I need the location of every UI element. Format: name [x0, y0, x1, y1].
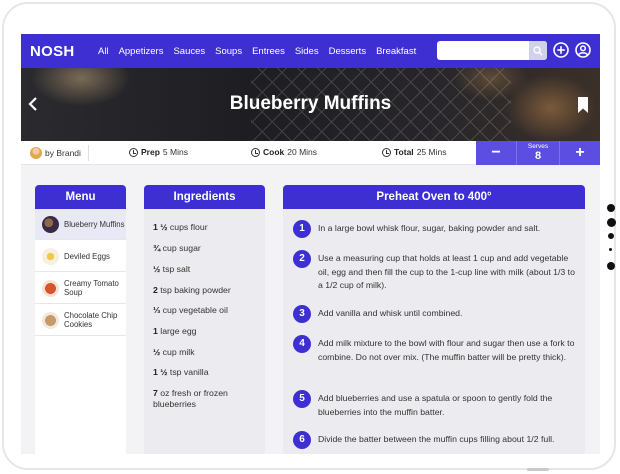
step-number-badge: 2	[293, 250, 311, 268]
serves-value: 8	[534, 150, 542, 162]
total-value: 25 Mins	[416, 147, 447, 157]
ingredient-item: 1 ½ tsp vanilla	[153, 367, 209, 377]
prep-time: Prep 5 Mins	[129, 147, 188, 157]
menu-item-creamy-tomato-soup[interactable]: Creamy Tomato Soup	[35, 273, 126, 304]
serves-stepper: − Serves 8 +	[476, 141, 600, 165]
serves-display: Serves 8	[516, 141, 560, 165]
menu-item-chocolate-chip-cookies[interactable]: Chocolate Chip Cookies	[35, 305, 126, 336]
serves-decrease-button[interactable]: −	[476, 141, 516, 165]
cook-value: 20 Mins	[287, 147, 318, 157]
nav-link-sauces[interactable]: Sauces	[173, 46, 205, 57]
clock-icon	[251, 147, 260, 157]
total-label: Total	[394, 147, 414, 157]
recipe-title: Blueberry Muffins	[229, 93, 392, 114]
author-info: by Brandi	[30, 147, 81, 159]
app-screen: NOSH All Appetizers Sauces Soups Entrees…	[21, 34, 600, 454]
step-number-badge: 5	[293, 390, 311, 408]
author-avatar	[30, 147, 42, 159]
ingredient-item: 7 oz fresh or frozen blueberries	[153, 388, 228, 409]
ingredient-item: ¾ cup sugar	[153, 243, 201, 253]
clock-icon	[382, 147, 391, 157]
nav-link-sides[interactable]: Sides	[295, 46, 319, 57]
prep-value: 5 Mins	[162, 147, 188, 157]
recipe-thumbnail	[42, 215, 59, 233]
step-text: In a large bowl whisk flour, sugar, baki…	[318, 223, 541, 233]
top-navbar: NOSH All Appetizers Sauces Soups Entrees…	[21, 34, 600, 68]
step-number-badge: 4	[293, 335, 311, 353]
recipe-menu-list: Blueberry Muffins Deviled Eggs Creamy To…	[35, 209, 126, 454]
nav-link-appetizers[interactable]: Appetizers	[119, 46, 164, 57]
ingredients-list: 1 ½ cups flour ¾ cup sugar ½ tsp salt 2 …	[144, 209, 265, 454]
recipe-thumbnail	[42, 311, 59, 329]
cook-time: Cook 20 Mins	[251, 147, 317, 157]
step-text: Add vanilla and whisk until combined.	[318, 308, 463, 318]
prep-label: Prep	[141, 147, 160, 157]
menu-item-deviled-eggs[interactable]: Deviled Eggs	[35, 241, 126, 272]
ingredient-item: 2 tsp baking powder	[153, 285, 231, 295]
ingredient-item: 1 large egg	[153, 326, 197, 336]
recipe-thumbnail	[42, 279, 59, 297]
step-text: Use a measuring cup that holds at least …	[318, 253, 575, 290]
nav-link-soups[interactable]: Soups	[215, 46, 242, 57]
search-button[interactable]	[529, 41, 547, 60]
user-profile-icon[interactable]	[575, 42, 591, 58]
menu-item-label: Blueberry Muffins	[64, 219, 125, 229]
steps-header: Preheat Oven to 400°	[283, 185, 585, 209]
search-icon	[533, 45, 543, 56]
home-indicator	[527, 468, 549, 471]
menu-item-label: Chocolate Chip Cookies	[64, 311, 118, 329]
serves-label: Serves	[527, 143, 549, 150]
ingredient-item: ½ tsp salt	[153, 264, 191, 274]
menu-item-label: Creamy Tomato Soup	[64, 279, 119, 297]
menu-item-label: Deviled Eggs	[64, 251, 110, 261]
nav-link-desserts[interactable]: Desserts	[329, 46, 366, 57]
bookmark-icon[interactable]	[577, 97, 589, 113]
recipe-hero-banner: Blueberry Muffins	[21, 68, 600, 141]
ingredient-item: ⅓ cup vegetable oil	[153, 305, 228, 315]
cook-label: Cook	[263, 147, 285, 157]
serves-increase-button[interactable]: +	[560, 141, 600, 165]
recipe-thumbnail	[42, 247, 59, 265]
clock-icon	[129, 147, 138, 157]
ingredients-header: Ingredients	[144, 185, 265, 209]
step-text: Add milk mixture to the bowl with flour …	[318, 338, 575, 362]
menu-item-blueberry-muffins[interactable]: Blueberry Muffins	[35, 209, 126, 240]
recipe-meta-bar: by Brandi Prep 5 Mins Cook 20 Mins Total…	[21, 141, 600, 165]
search-input[interactable]	[437, 41, 547, 60]
side-indicator-dots	[604, 200, 618, 280]
nav-link-all[interactable]: All	[98, 46, 109, 57]
instructions-list: 1 In a large bowl whisk flour, sugar, ba…	[283, 209, 585, 454]
app-logo[interactable]: NOSH	[30, 43, 90, 60]
ingredient-item: ½ cup milk	[153, 347, 195, 357]
ingredient-item: 1 ½ cups flour	[153, 222, 208, 232]
category-nav: All Appetizers Sauces Soups Entrees Side…	[98, 46, 416, 57]
step-number-badge: 1	[293, 220, 311, 238]
add-circle-icon[interactable]	[553, 42, 569, 58]
step-number-badge: 6	[293, 431, 311, 449]
menu-header: Menu	[35, 185, 126, 209]
author-name: by Brandi	[45, 148, 81, 158]
total-time: Total 25 Mins	[382, 147, 446, 157]
nav-link-breakfast[interactable]: Breakfast	[376, 46, 416, 57]
step-number-badge: 3	[293, 305, 311, 323]
step-text: Divide the batter between the muffin cup…	[318, 434, 555, 444]
nav-link-entrees[interactable]: Entrees	[252, 46, 285, 57]
step-text: Add blueberries and use a spatula or spo…	[318, 393, 553, 417]
